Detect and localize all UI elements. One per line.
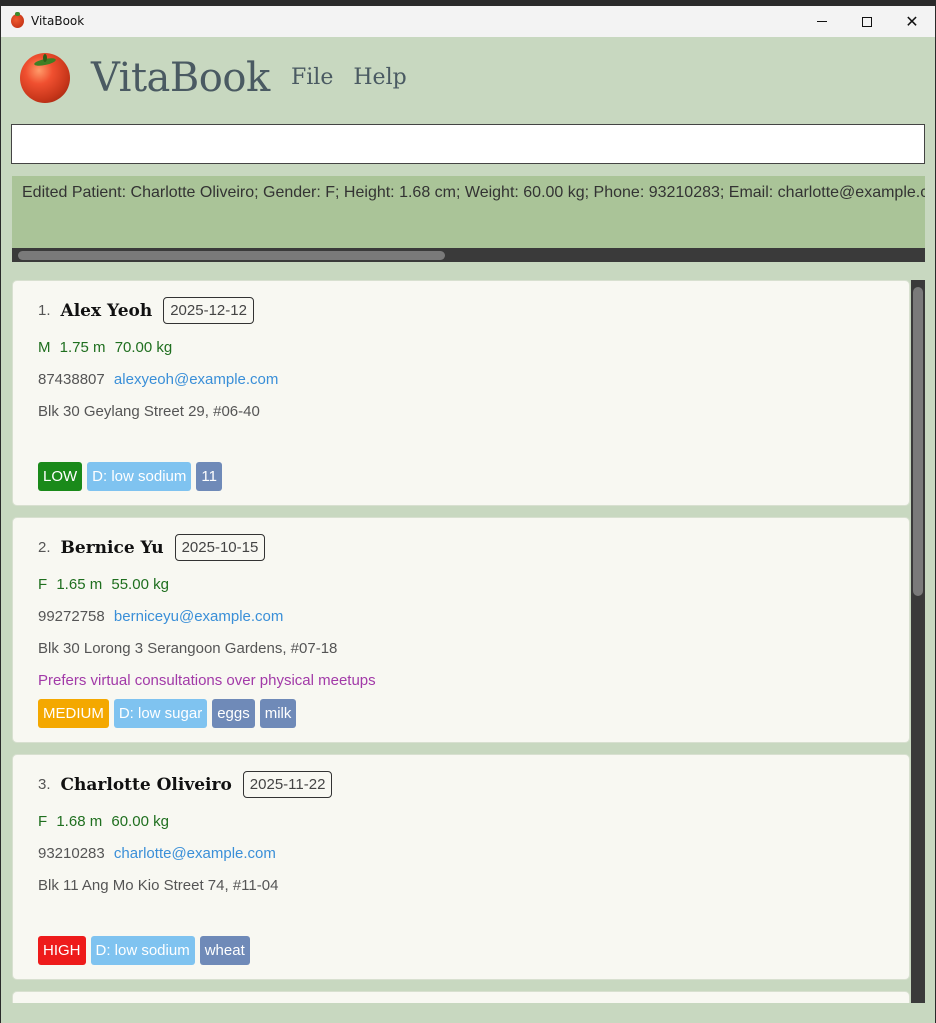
patient-weight: 60.00 kg — [111, 813, 169, 830]
allergy-tag: eggs — [212, 699, 255, 728]
patient-phone: 99272758 — [38, 608, 105, 625]
patient-vitals: F 1.68 m 60.00 kg — [38, 813, 174, 830]
patient-email: alexyeoh@example.com — [113, 371, 279, 388]
patient-name: Charlotte Oliveiro — [60, 774, 232, 795]
tomato-logo-icon — [20, 53, 70, 103]
patient-name: Alex Yeoh — [60, 300, 153, 321]
tomato-stem-icon — [34, 54, 56, 67]
diet-tag: D: low sodium — [87, 462, 192, 491]
patient-gender: M — [38, 339, 51, 356]
patient-address: Blk 30 Lorong 3 Serangoon Gardens, #07-1… — [38, 640, 338, 657]
command-input[interactable] — [11, 124, 925, 164]
patient-index: 1. — [38, 302, 51, 319]
patient-card[interactable]: 1. Alex Yeoh 2025-12-12 M 1.75 m 70.00 k… — [12, 280, 910, 506]
app-window: VitaBook ✕ VitaBook File Help Edited Pat… — [1, 6, 935, 1023]
patient-weight: 70.00 kg — [114, 339, 173, 356]
diet-tag: D: low sodium — [90, 936, 195, 965]
patient-contact: 93210283 charlotte@example.com — [38, 845, 276, 862]
allergy-tag: 11 — [196, 462, 222, 491]
patient-card[interactable]: 2. Bernice Yu 2025-10-15 F 1.65 m 55.00 … — [12, 517, 910, 743]
patient-header: 1. Alex Yeoh 2025-12-12 — [38, 297, 254, 324]
patient-address: Blk 30 Geylang Street 29, #06-40 — [38, 403, 260, 420]
allergy-tag: milk — [259, 699, 297, 728]
priority-badge: LOW — [38, 462, 83, 491]
menu-bar: File Help — [291, 65, 407, 90]
minimize-button[interactable] — [799, 6, 845, 37]
patient-gender: F — [38, 813, 48, 830]
patient-height: 1.65 m — [56, 576, 103, 593]
list-vertical-scrollbar[interactable] — [911, 280, 925, 1003]
patient-phone: 87438807 — [38, 371, 105, 388]
patient-index: 2. — [38, 539, 51, 556]
patient-index: 3. — [38, 776, 51, 793]
patient-tags: LOW D: low sodium 11 — [38, 462, 222, 491]
app-name: VitaBook — [91, 55, 270, 101]
title-bar[interactable]: VitaBook ✕ — [1, 6, 935, 37]
appointment-date-badge: 2025-10-15 — [174, 534, 266, 561]
patient-name: Bernice Yu — [60, 537, 164, 558]
patient-list: 1. Alex Yeoh 2025-12-12 M 1.75 m 70.00 k… — [12, 280, 925, 1003]
patient-email: charlotte@example.com — [113, 845, 276, 862]
patient-tags: HIGH D: low sodium wheat — [38, 936, 250, 965]
menu-file[interactable]: File — [291, 65, 333, 90]
window-title: VitaBook — [31, 14, 85, 28]
priority-badge: HIGH — [38, 936, 86, 965]
patient-email: berniceyu@example.com — [113, 608, 284, 625]
minimize-icon — [817, 21, 827, 22]
patient-phone: 93210283 — [38, 845, 105, 862]
maximize-icon — [862, 16, 872, 27]
patient-vitals: M 1.75 m 70.00 kg — [38, 339, 177, 356]
patient-height: 1.68 m — [56, 813, 103, 830]
patient-address: Blk 11 Ang Mo Kio Street 74, #11-04 — [38, 877, 279, 894]
patient-card-partial[interactable] — [12, 991, 910, 1003]
scrollbar-thumb[interactable] — [913, 287, 923, 596]
result-display: Edited Patient: Charlotte Oliveiro; Gend… — [12, 176, 925, 262]
scrollbar-thumb[interactable] — [18, 251, 445, 260]
close-button[interactable]: ✕ — [889, 6, 935, 37]
allergy-tag: wheat — [199, 936, 250, 965]
patient-header: 2. Bernice Yu 2025-10-15 — [38, 534, 266, 561]
result-horizontal-scrollbar[interactable] — [12, 248, 925, 262]
close-icon: ✕ — [905, 11, 919, 31]
patient-note: Prefers virtual consultations over physi… — [38, 672, 376, 689]
patient-contact: 87438807 alexyeoh@example.com — [38, 371, 278, 388]
diet-tag: D: low sugar — [113, 699, 208, 728]
priority-badge: MEDIUM — [38, 699, 109, 728]
patient-header: 3. Charlotte Oliveiro 2025-11-22 — [38, 771, 333, 798]
menu-help[interactable]: Help — [353, 65, 406, 90]
patient-tags: MEDIUM D: low sugar eggs milk — [38, 699, 297, 728]
patient-contact: 99272758 berniceyu@example.com — [38, 608, 283, 625]
maximize-button[interactable] — [844, 6, 890, 37]
patient-weight: 55.00 kg — [111, 576, 169, 593]
appointment-date-badge: 2025-11-22 — [242, 771, 333, 798]
appointment-date-badge: 2025-12-12 — [163, 297, 254, 324]
patient-vitals: F 1.65 m 55.00 kg — [38, 576, 174, 593]
patient-height: 1.75 m — [59, 339, 106, 356]
tomato-app-icon — [11, 12, 24, 28]
app-header: VitaBook File Help — [1, 37, 935, 117]
patient-gender: F — [38, 576, 48, 593]
patient-card[interactable]: 3. Charlotte Oliveiro 2025-11-22 F 1.68 … — [12, 754, 910, 980]
result-text: Edited Patient: Charlotte Oliveiro; Gend… — [22, 184, 925, 201]
